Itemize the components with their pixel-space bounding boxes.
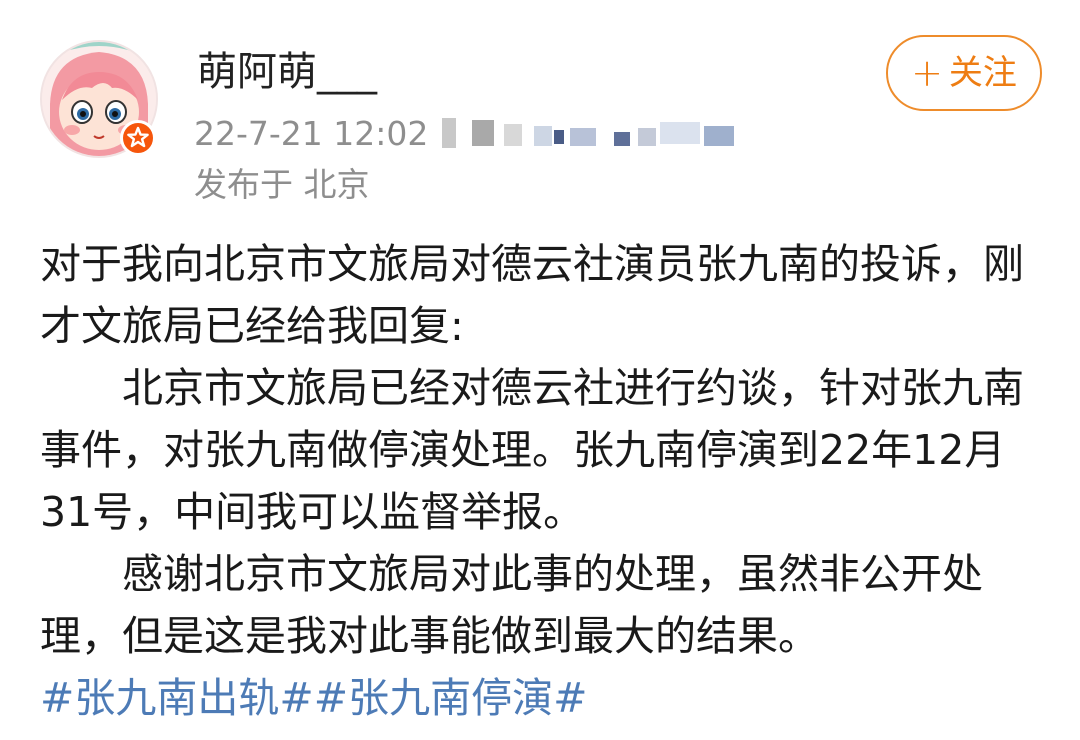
verified-star-badge-icon	[120, 120, 156, 156]
plus-icon: +	[911, 51, 943, 95]
hashtag-link[interactable]: #张九南出轨#	[40, 674, 314, 722]
post-meta: 22-7-21 12:02	[194, 110, 734, 160]
post-paragraph-intro: 对于我向北京市文旅局对德云社演员张九南的投诉，刚才文旅局已经给我回复:	[40, 240, 1024, 350]
post-header: 萌阿萌___ 22-7-21 12:02 发布于 北京 + 关注	[0, 0, 1080, 215]
post-location: 发布于 北京	[194, 165, 370, 204]
post-timestamp: 22-7-21 12:02	[194, 114, 429, 153]
follow-button-label: 关注	[948, 53, 1017, 93]
blurred-device-info	[442, 118, 738, 148]
author-name[interactable]: 萌阿萌___	[197, 44, 377, 100]
post-paragraph-thanks: 感谢北京市文旅局对此事的处理，虽然非公开处理，但是这是我对此事能做到最大的结果。	[40, 550, 983, 660]
post-paragraph-reply: 北京市文旅局已经对德云社进行约谈，针对张九南事件，对张九南做停演处理。张九南停演…	[40, 364, 1024, 536]
hashtag-link[interactable]: #张九南停演#	[314, 674, 588, 722]
post-body: 对于我向北京市文旅局对德云社演员张九南的投诉，刚才文旅局已经给我回复: 北京市文…	[40, 233, 1050, 729]
author-avatar[interactable]	[40, 40, 158, 158]
follow-button[interactable]: + 关注	[886, 35, 1042, 111]
hashtag-row: #张九南出轨##张九南停演#	[40, 667, 1050, 729]
